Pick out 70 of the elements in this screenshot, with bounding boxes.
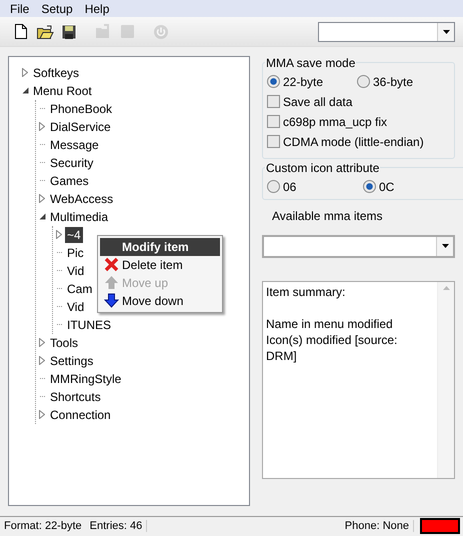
expand-arrow-icon[interactable] [39, 122, 45, 132]
tree-item[interactable]: Pic [65, 244, 86, 261]
context-menu-item[interactable]: Modify item [100, 238, 220, 256]
folder-icon [95, 24, 111, 40]
context-menu-item[interactable]: Delete item [100, 256, 220, 274]
tree-item[interactable]: Games [48, 172, 91, 189]
radio-option[interactable]: 22-byte [267, 74, 357, 89]
dropdown-arrow-icon [442, 30, 450, 34]
dropdown[interactable] [318, 22, 455, 42]
tree-item[interactable]: DialService [48, 118, 113, 135]
dropdown-arrow-icon [442, 244, 448, 248]
tree-item[interactable]: Tools [48, 334, 80, 351]
tree-item[interactable]: Message [48, 136, 101, 153]
checkbox-option[interactable]: c698p mma_ucp fix [267, 112, 448, 132]
summary-box[interactable]: Item summary: Name in menu modified Icon(s) modified [source: DRM] [262, 280, 455, 479]
summary-line: Item summary: [266, 284, 346, 300]
status-text: Format: 22-byte [3, 520, 83, 532]
context-menu-item[interactable]: Move down [100, 292, 220, 310]
menu-item[interactable]: File [4, 2, 36, 16]
status-text: Phone: None [340, 520, 414, 532]
status-text: Entries: 46 [86, 520, 148, 532]
radio-option[interactable]: 0C [363, 180, 459, 194]
expand-arrow-icon[interactable] [39, 194, 45, 204]
checkbox-option[interactable]: Save all data [267, 92, 448, 112]
radio-option[interactable]: 06 [267, 180, 363, 194]
new-file-icon [15, 24, 27, 40]
checkbox[interactable] [267, 115, 280, 128]
tree-item[interactable]: PhoneBook [48, 100, 114, 117]
down-arrow-icon [104, 293, 118, 308]
tree-item[interactable]: Settings [48, 352, 96, 369]
tree-item[interactable]: ~4 [65, 226, 83, 243]
folder-icon [36, 24, 54, 39]
radio-button[interactable] [363, 180, 376, 194]
tree-item[interactable]: Vid [65, 262, 86, 279]
tree-item[interactable]: Menu Root [31, 82, 94, 99]
radio-button[interactable] [357, 75, 370, 88]
status-indicator [420, 518, 460, 534]
expand-arrow-icon[interactable] [22, 68, 28, 78]
collapse-arrow-icon[interactable] [22, 87, 28, 94]
dropdown[interactable] [262, 234, 455, 258]
checkbox-option[interactable]: CDMA mode (little-endian) [267, 132, 448, 152]
up-arrow-icon [104, 275, 118, 290]
tree-item[interactable]: Vid [65, 298, 86, 315]
tree-item[interactable]: Cam [65, 280, 94, 297]
group-title: Custom icon attribute [265, 160, 380, 175]
group-title: MMA save mode [265, 56, 356, 70]
checkbox[interactable] [267, 135, 280, 148]
collapse-arrow-icon[interactable] [38, 213, 46, 220]
tree-item[interactable]: WebAccess [48, 190, 116, 207]
radio-button[interactable] [267, 180, 280, 194]
tree-item[interactable]: Shortcuts [48, 388, 103, 405]
power-icon [153, 24, 169, 40]
tree-item[interactable]: MMRingStyle [48, 370, 124, 387]
tree-item[interactable]: ITUNES [65, 316, 114, 333]
expand-arrow-icon[interactable] [39, 410, 45, 420]
tree-item[interactable]: Connection [48, 406, 113, 423]
radio-option[interactable]: 36-byte [357, 74, 447, 89]
summary-line: Name in menu modified [266, 316, 394, 332]
tree-item[interactable]: Multimedia [48, 208, 110, 225]
radio-button[interactable] [267, 75, 280, 88]
menu-item[interactable]: Setup [35, 2, 79, 16]
expand-arrow-icon[interactable] [56, 230, 62, 240]
tree-item[interactable]: Softkeys [31, 64, 82, 81]
tree-item[interactable]: Security [48, 154, 96, 171]
menu-item[interactable]: Help [78, 2, 116, 16]
section-label: Available mma items [272, 208, 384, 223]
summary-line: Icon(s) modified [source: DRM] [266, 332, 398, 364]
square-icon [120, 24, 134, 40]
delete-icon [104, 257, 118, 272]
checkbox[interactable] [267, 95, 280, 108]
